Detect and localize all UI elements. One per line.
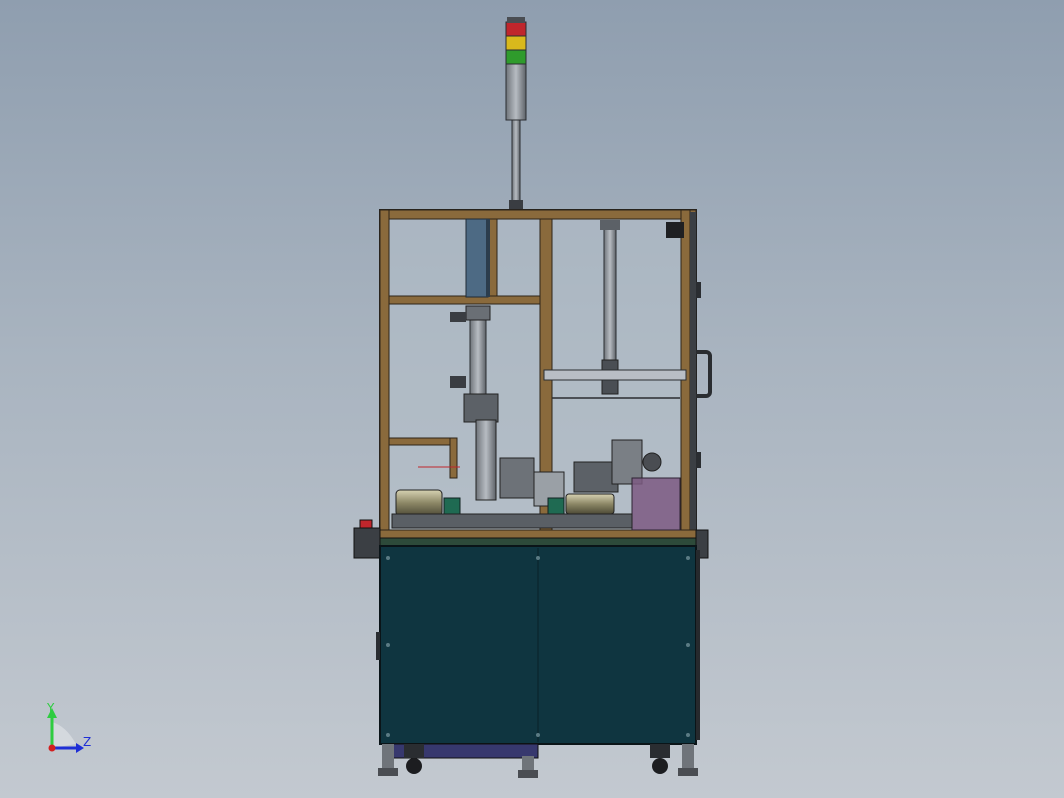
shelf-bracket-horizontal [388,437,458,446]
left-roller [395,489,443,517]
right-roller [565,493,615,515]
cabinet-screw [686,643,690,647]
triad-origin [48,744,56,752]
stack-light-body [505,63,527,121]
right-cylinder-cap [600,220,620,230]
frame-inner-post [488,218,498,297]
door-handle[interactable] [696,350,712,398]
stack-light-yellow-lamp [505,35,527,51]
caster-right-wheel [652,758,668,774]
cabinet-left-hinge [376,632,380,660]
cabinet-screw [386,733,390,737]
caster-left-wheel [406,758,422,774]
triad-plane-shading [52,722,76,748]
cabinet-screw [686,556,690,560]
black-sensor-box [666,222,684,238]
leveling-foot-left-pad [378,768,398,776]
leveling-foot-right [682,744,694,768]
cabinet-right-panel [696,550,700,740]
frame-mid-rail [388,295,541,305]
cabinet-screw [536,556,540,560]
machine-base [378,743,698,778]
caster-right-bracket [650,744,670,758]
stack-light-cap [507,17,525,23]
stack-light-tower[interactable] [505,17,527,211]
horizontal-slide-rail [543,369,687,381]
y-axis-label: Y [46,701,55,715]
hinge-bottom [696,452,701,468]
leveling-foot-left [382,744,394,768]
leveling-foot-right-pad [678,768,698,776]
hinge-top [696,282,701,298]
base-conveyor [391,513,633,529]
left-cylinder-fitting-upper [450,312,466,322]
frame-left-post [379,209,390,541]
left-cylinder-block [463,393,499,423]
shelf-bracket-vertical [449,437,458,479]
emergency-stop-station[interactable] [353,519,381,559]
emergency-stop-button[interactable] [359,519,373,529]
purple-reel-stand [631,477,681,531]
left-cylinder-fitting-lower [450,376,466,388]
central-gear-housing [499,457,535,499]
stack-light-green-lamp [505,49,527,65]
left-cylinder-slide [475,419,497,501]
frame-right-skin [690,212,696,538]
frame-top-rail [379,209,697,220]
left-cylinder-head [465,305,491,321]
orientation-triad: Y Z [46,701,91,753]
left-cylinder-rod [469,307,487,399]
stack-light-pole [511,117,521,211]
cabinet-screw [536,733,540,737]
emergency-stop-box [353,527,381,559]
z-axis-label: Z [83,735,91,749]
caster-left-bracket [404,744,424,758]
cabinet-screw [386,556,390,560]
stack-light-base-mount [509,200,523,210]
cad-viewport[interactable]: Y Z [0,0,1064,798]
right-cylinder-rod [603,221,617,369]
drive-gearbox [611,439,643,485]
stack-light-red-lamp [505,21,527,37]
lower-cabinet[interactable] [376,545,700,745]
leveling-foot-center-pad [518,770,538,778]
table-plate [377,537,699,547]
control-box [465,218,489,298]
drive-gear [642,452,662,472]
leveling-foot-center [522,756,534,770]
cabinet-screw [386,643,390,647]
cabinet-screw [686,733,690,737]
control-box-edge [486,219,490,297]
drive-motor [573,461,619,493]
